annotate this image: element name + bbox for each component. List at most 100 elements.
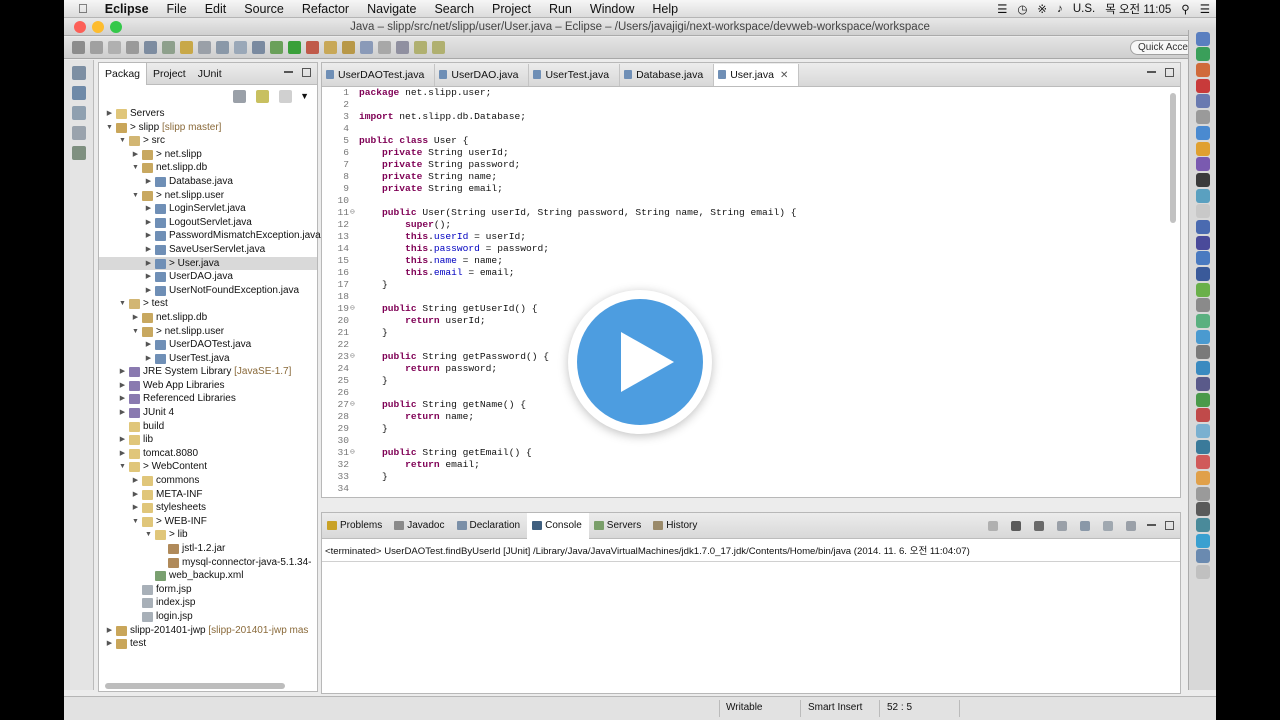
toggle-mark-icon[interactable] — [180, 41, 193, 54]
tree-item[interactable]: ▶ > User.java — [99, 256, 317, 271]
menu-window[interactable]: Window — [581, 2, 643, 16]
settings-icon[interactable] — [72, 146, 86, 160]
tree-item[interactable]: ▶ UserTest.java — [99, 352, 317, 366]
close-window-button[interactable] — [74, 21, 86, 33]
dock-app-icon[interactable] — [1195, 376, 1210, 391]
external-tools-icon[interactable] — [306, 41, 319, 54]
dock-app-icon[interactable] — [1195, 549, 1210, 564]
fold-toggle-icon[interactable]: ⊖ — [350, 447, 355, 459]
tree-item[interactable]: ▶ > net.slipp — [99, 148, 317, 162]
time-machine-icon[interactable]: ◷ — [1017, 2, 1027, 16]
dock-app-icon[interactable] — [1195, 423, 1210, 438]
dock-app-icon[interactable] — [1195, 78, 1210, 93]
expand-arrow-icon[interactable]: ▼ — [118, 297, 127, 311]
new-icon[interactable] — [72, 41, 85, 54]
refresh-icon[interactable] — [234, 41, 247, 54]
wifi-icon[interactable]: ☰ — [997, 2, 1007, 16]
code-text-area[interactable]: 1 package net.slipp.user; 2 3 import net.sli… — [322, 87, 1166, 494]
open-type-icon[interactable] — [216, 41, 229, 54]
notification-center-icon[interactable]: ☰ — [1200, 2, 1210, 16]
collapse-arrow-icon[interactable]: ▶ — [118, 406, 127, 420]
expand-arrow-icon[interactable]: ▼ — [131, 189, 140, 203]
expand-arrow-icon[interactable]: ▼ — [144, 528, 153, 542]
fold-toggle-icon[interactable]: ⊖ — [350, 351, 355, 363]
dock-app-icon[interactable] — [1195, 486, 1210, 501]
menubar-clock[interactable]: 목 오전 11:05 — [1105, 1, 1171, 17]
collapse-arrow-icon[interactable]: ▶ — [105, 624, 114, 638]
maximize-view-icon[interactable] — [302, 68, 311, 77]
collapse-arrow-icon[interactable]: ▶ — [144, 284, 153, 298]
collapse-arrow-icon[interactable]: ▶ — [118, 447, 127, 461]
tree-item[interactable]: ▼ > WebContent — [99, 460, 317, 474]
new-class-icon[interactable] — [360, 41, 373, 54]
editor-tab-userdao[interactable]: UserDAO.java — [435, 64, 530, 86]
link-with-editor-icon[interactable] — [256, 89, 270, 103]
search-icon[interactable] — [252, 41, 265, 54]
tab-junit[interactable]: JUnit — [192, 63, 228, 85]
menu-project[interactable]: Project — [483, 2, 540, 16]
collapse-arrow-icon[interactable]: ▶ — [144, 216, 153, 230]
dock-app-icon[interactable] — [1195, 172, 1210, 187]
dock-app-icon[interactable] — [1195, 47, 1210, 62]
horizontal-scrollbar[interactable] — [105, 683, 285, 689]
console-output[interactable]: <terminated> UserDAOTest.findByUserId [J… — [322, 539, 1180, 562]
tree-item[interactable]: ▼ > lib — [99, 528, 317, 542]
tab-problems[interactable]: Problems — [322, 513, 389, 539]
editor-vertical-scrollbar[interactable] — [1170, 93, 1176, 223]
zoom-window-button[interactable] — [110, 21, 122, 33]
dock-app-icon[interactable] — [1195, 110, 1210, 125]
tree-item[interactable]: ▶ UserNotFoundException.java — [99, 284, 317, 298]
package-explorer-icon[interactable] — [72, 86, 86, 100]
expand-arrow-icon[interactable]: ▼ — [131, 161, 140, 175]
new-package-icon[interactable] — [342, 41, 355, 54]
minimize-view-icon[interactable] — [284, 71, 293, 73]
apple-logo-icon[interactable]:  — [64, 1, 96, 16]
menu-run[interactable]: Run — [540, 2, 581, 16]
tab-console[interactable]: Console — [527, 512, 589, 539]
view-menu-icon[interactable]: ▼ — [300, 91, 309, 101]
dock-app-icon[interactable] — [1195, 157, 1210, 172]
editor-tab-database[interactable]: Database.java — [620, 64, 715, 86]
skip-breakpoints-icon[interactable] — [144, 41, 157, 54]
remove-launch-icon[interactable] — [1034, 521, 1044, 531]
tab-package-explorer[interactable]: Packag — [99, 62, 148, 85]
tree-item[interactable]: ▼ > net.slipp.user — [99, 189, 317, 203]
restore-view-icon[interactable] — [72, 66, 86, 80]
dock-app-icon[interactable] — [1195, 470, 1210, 485]
tree-item[interactable]: ▶ JRE System Library [JavaSE-1.7] — [99, 365, 317, 379]
collapse-arrow-icon[interactable]: ▶ — [144, 175, 153, 189]
tree-item[interactable]: ▶ UserDAO.java — [99, 270, 317, 284]
tree-item[interactable]: ▶ net.slipp.db — [99, 311, 317, 325]
collapse-arrow-icon[interactable]: ▶ — [144, 270, 153, 284]
tab-project-explorer[interactable]: Project — [147, 63, 192, 85]
collapse-arrow-icon[interactable]: ▶ — [144, 257, 153, 271]
tree-item[interactable]: ▼ > net.slipp.user — [99, 325, 317, 339]
dock-app-icon[interactable] — [1195, 408, 1210, 423]
save-all-icon[interactable] — [108, 41, 121, 54]
dock-app-icon[interactable] — [1195, 533, 1210, 548]
collapse-arrow-icon[interactable]: ▶ — [144, 243, 153, 257]
editor-tab-userdaotest[interactable]: UserDAOTest.java — [322, 64, 436, 86]
tree-item[interactable]: ▼ > WEB-INF — [99, 515, 317, 529]
tree-item[interactable]: ▶ META-INF — [99, 488, 317, 502]
tree-item[interactable]: mysql-connector-java-5.1.34- — [99, 556, 317, 570]
menu-help[interactable]: Help — [643, 2, 687, 16]
dock-app-icon[interactable] — [1195, 94, 1210, 109]
open-task-icon[interactable] — [378, 41, 391, 54]
next-annotation-icon[interactable] — [396, 41, 409, 54]
display-console-icon[interactable] — [1103, 521, 1113, 531]
tree-item[interactable]: ▶ JUnit 4 — [99, 406, 317, 420]
back-icon[interactable] — [414, 41, 427, 54]
save-icon[interactable] — [90, 41, 103, 54]
tree-item[interactable]: ▶ Web App Libraries — [99, 379, 317, 393]
tree-item[interactable]: ▼ net.slipp.db — [99, 161, 317, 175]
tree-item[interactable]: ▶ PasswordMismatchException.java — [99, 229, 321, 243]
fold-toggle-icon[interactable]: ⊖ — [350, 399, 355, 411]
focus-task-icon[interactable] — [279, 89, 293, 103]
dock-app-icon[interactable] — [1195, 31, 1210, 46]
fold-toggle-icon[interactable]: ⊖ — [350, 303, 355, 315]
expand-arrow-icon[interactable]: ▼ — [118, 134, 127, 148]
dock-app-icon[interactable] — [1195, 565, 1210, 580]
spotlight-icon[interactable]: ⚲ — [1181, 2, 1189, 16]
run-icon[interactable] — [288, 41, 301, 54]
